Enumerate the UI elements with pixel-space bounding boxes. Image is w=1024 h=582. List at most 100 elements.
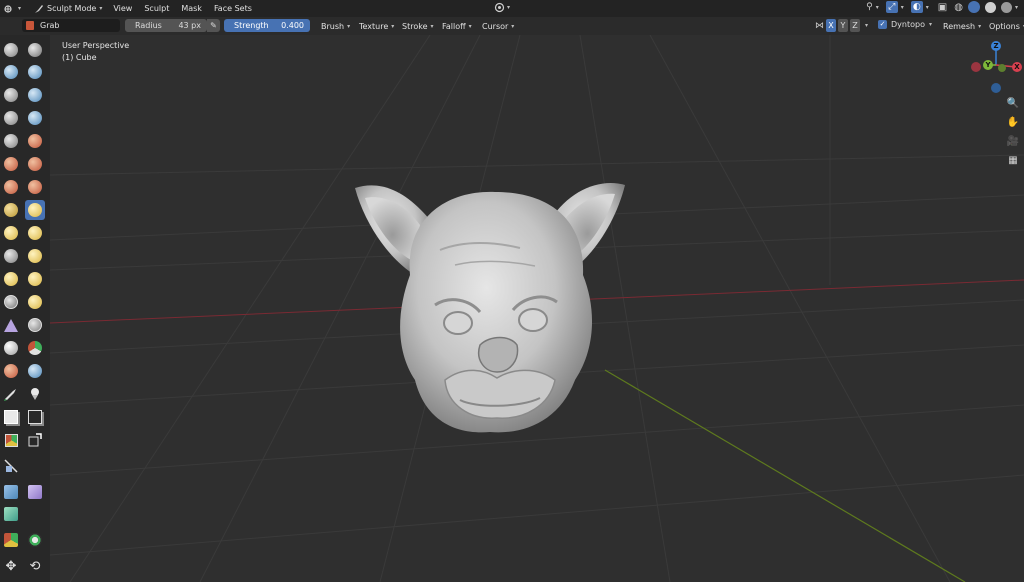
crease-brush-icon <box>4 134 18 148</box>
camera-view-button[interactable]: 🎥 <box>1006 134 1020 148</box>
dyntopo-toggle[interactable]: ✓ Dyntopo ▾ <box>878 20 932 29</box>
tool-smear[interactable] <box>25 384 45 404</box>
tool-box-mask[interactable] <box>1 407 21 427</box>
tool-layer[interactable] <box>25 85 45 105</box>
tool-elastic-deform[interactable] <box>1 223 21 243</box>
gizmo-neg-y-axis[interactable] <box>998 64 1006 72</box>
cursor-dropdown[interactable]: Cursor ▾ <box>477 19 519 33</box>
brush-name: Grab <box>40 21 60 30</box>
tool-cloth[interactable] <box>1 315 21 335</box>
gizmo-x-axis[interactable]: X <box>1012 62 1022 72</box>
radius-pressure-icon[interactable]: ✎ <box>207 19 220 32</box>
show-gizmo-icon[interactable]: ⤢ <box>885 1 898 13</box>
texture-dropdown[interactable]: Texture ▾ <box>354 19 399 33</box>
symmetry-y-button[interactable]: Y <box>838 19 848 32</box>
tool-pose[interactable] <box>25 246 45 266</box>
tool-thumb[interactable] <box>1 246 21 266</box>
tool-move[interactable]: ✥ <box>1 556 21 576</box>
gizmo-neg-z-axis[interactable] <box>991 83 1001 93</box>
tool-multires-displacement-eraser[interactable] <box>1 361 21 381</box>
tool-crease[interactable] <box>1 131 21 151</box>
dyntopo-checkbox[interactable]: ✓ <box>878 20 887 29</box>
menu-view[interactable]: View <box>107 4 138 13</box>
pan-button[interactable]: ✋ <box>1006 115 1020 129</box>
tool-color-filter[interactable] <box>1 504 21 524</box>
options-dropdown[interactable]: Options▾ <box>984 19 1024 33</box>
shading-wireframe-icon[interactable]: ◍ <box>954 2 963 13</box>
menu-mask[interactable]: Mask <box>175 4 208 13</box>
tool-nudge[interactable] <box>1 269 21 289</box>
brush-dropdown[interactable]: Brush ▾ <box>316 19 355 33</box>
tool-line-project[interactable] <box>1 456 21 476</box>
menu-face-sets[interactable]: Face Sets <box>208 4 258 13</box>
gizmo-neg-x-axis[interactable] <box>971 62 981 72</box>
tool-box-face-set[interactable] <box>1 430 21 450</box>
tool-box-hide[interactable] <box>25 407 45 427</box>
shading-rendered-icon[interactable] <box>1000 1 1012 13</box>
flatten-brush-icon <box>4 157 18 171</box>
tool-fill[interactable] <box>25 154 45 174</box>
stroke-dropdown[interactable]: Stroke ▾ <box>397 19 439 33</box>
symmetry-x-button[interactable]: X <box>826 19 836 32</box>
tool-mesh-filter[interactable] <box>1 482 21 502</box>
top-bar: ▾ Sculpt Mode ▾ View Sculpt Mask Face Se… <box>0 0 1024 17</box>
tool-pinch[interactable] <box>1 200 21 220</box>
tool-cloth-filter[interactable] <box>25 482 45 502</box>
brush-selector[interactable]: Grab <box>22 19 120 32</box>
color-filter-icon <box>4 507 18 521</box>
zoom-button[interactable]: 🔍 <box>1006 96 1020 110</box>
thumb-brush-icon <box>4 249 18 263</box>
tool-scrape[interactable] <box>1 177 21 197</box>
mesh-filter-icon <box>4 485 18 499</box>
falloff-dropdown[interactable]: Falloff ▾ <box>437 19 477 33</box>
tool-rotate[interactable] <box>25 269 45 289</box>
remesh-dropdown[interactable]: Remesh ▾ <box>938 19 986 33</box>
editor-type-button[interactable]: ▾ <box>0 4 25 14</box>
tool-edit-face-set[interactable] <box>1 530 21 550</box>
mode-dropdown[interactable]: Sculpt Mode ▾ <box>29 2 107 16</box>
tool-draw-face-sets[interactable] <box>25 338 45 358</box>
tool-snake-hook[interactable] <box>25 223 45 243</box>
xray-icon[interactable]: ▣ <box>938 2 947 13</box>
symmetry-icon: ⋈ <box>815 20 824 31</box>
tool-mask-by-color[interactable] <box>25 530 45 550</box>
tool-boundary[interactable] <box>25 292 45 312</box>
navigation-gizmo[interactable]: Z Y X <box>970 39 1024 97</box>
menu-sculpt[interactable]: Sculpt <box>138 4 175 13</box>
pivot-dropdown[interactable]: ▾ <box>494 2 510 13</box>
tool-mask[interactable] <box>1 338 21 358</box>
elastic-deform-brush-icon <box>4 226 18 240</box>
tool-simplify[interactable] <box>25 315 45 335</box>
3d-viewport[interactable]: User Perspective (1) Cube Z Y X 🔍 ✋ 🎥 ▦ <box>50 35 1024 582</box>
options-label: Options <box>989 21 1020 31</box>
transform-gizmo-icon[interactable]: ⚲ <box>866 2 873 12</box>
symmetry-z-button[interactable]: Z <box>850 19 860 32</box>
shading-material-icon[interactable] <box>984 1 996 13</box>
tool-multiplane-scrape[interactable] <box>25 177 45 197</box>
box-face-set-icon <box>4 433 18 447</box>
tool-grab[interactable] <box>25 200 45 220</box>
tool-rotate-transform[interactable]: ⟲ <box>25 556 45 576</box>
gizmo-y-axis[interactable]: Y <box>983 60 993 70</box>
tool-multires-displacement-smear[interactable] <box>25 361 45 381</box>
tool-inflate[interactable] <box>1 108 21 128</box>
tool-blob[interactable] <box>25 108 45 128</box>
strength-field[interactable]: Strength 0.400 <box>224 19 310 32</box>
tool-flatten[interactable] <box>1 154 21 174</box>
tool-clay[interactable] <box>1 62 21 82</box>
chevron-down-icon: ▾ <box>430 22 434 30</box>
tool-paint[interactable] <box>1 384 21 404</box>
shading-solid-icon[interactable] <box>967 1 980 13</box>
chevron-down-icon[interactable]: ▾ <box>865 22 868 29</box>
tool-clay-thumb[interactable] <box>1 85 21 105</box>
gizmo-z-axis[interactable]: Z <box>991 41 1001 51</box>
ortho-toggle-button[interactable]: ▦ <box>1006 153 1020 167</box>
overlays-icon[interactable]: ◐ <box>910 1 923 13</box>
tool-smooth[interactable] <box>25 131 45 151</box>
tool-draw-sharp[interactable] <box>25 40 45 60</box>
tool-clay-strips[interactable] <box>25 62 45 82</box>
tool-slide-relax[interactable] <box>1 292 21 312</box>
radius-field[interactable]: Radius 43 px <box>125 19 207 32</box>
tool-draw[interactable] <box>1 40 21 60</box>
tool-box-trim[interactable] <box>25 430 45 450</box>
